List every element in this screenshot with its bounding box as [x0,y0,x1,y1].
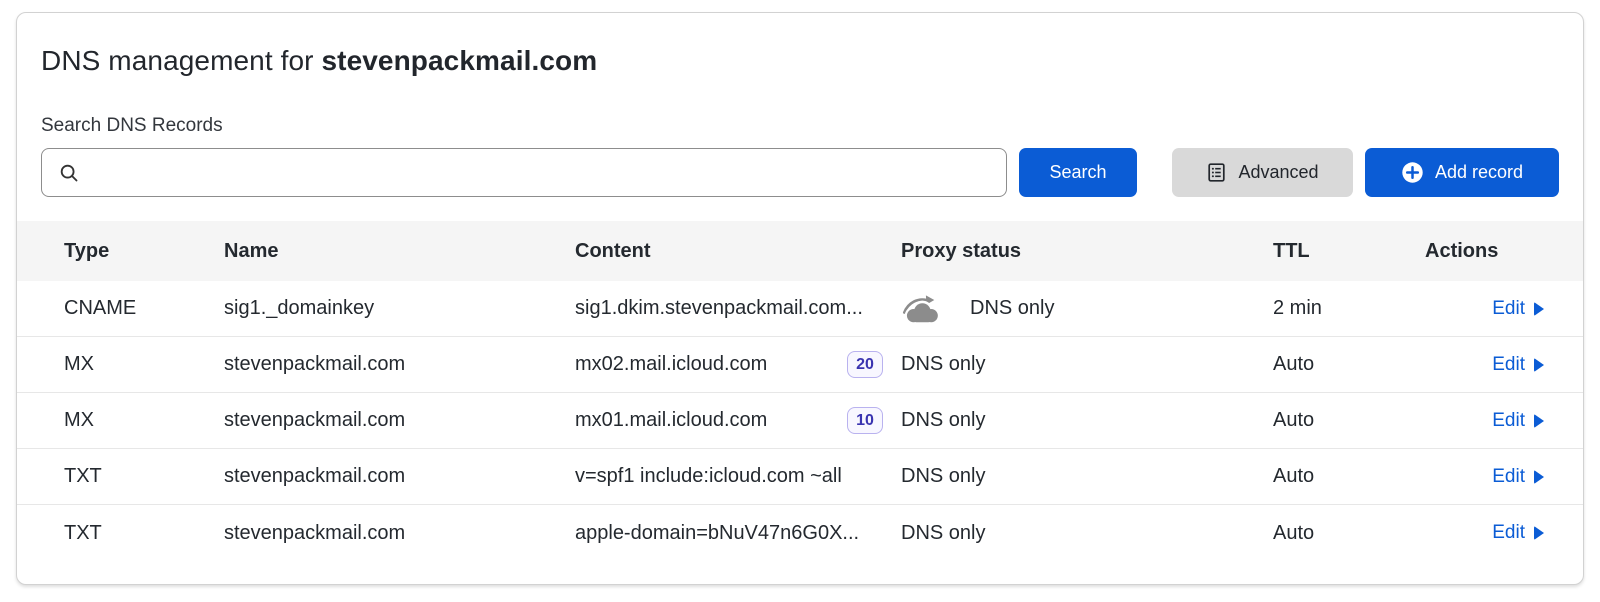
record-ttl: Auto [1273,353,1425,376]
search-icon [58,162,80,184]
record-proxy-status: DNS only [901,294,1273,324]
add-record-button[interactable]: Add record [1365,148,1559,197]
table-body: CNAME sig1._domainkey sig1.dkim.stevenpa… [17,281,1583,561]
advanced-button-label: Advanced [1238,162,1318,183]
header-name: Name [224,240,575,263]
record-actions: Edit [1425,298,1544,320]
table-row: MX stevenpackmail.com mx01.mail.icloud.c… [17,393,1583,449]
record-type: MX [64,353,224,376]
record-name: stevenpackmail.com [224,522,575,545]
record-type: CNAME [64,297,224,320]
mx-priority-badge: 20 [847,351,883,378]
header-actions: Actions [1425,240,1544,263]
record-proxy-status: DNS only [901,353,1273,376]
search-input[interactable] [80,149,1006,196]
record-type: TXT [64,465,224,488]
table-row: TXT stevenpackmail.com apple-domain=bNuV… [17,505,1583,561]
record-content-value: apple-domain=bNuV47n6G0X... [575,522,859,545]
table-row: TXT stevenpackmail.com v=spf1 include:ic… [17,449,1583,505]
search-toolbar: Search Advanced [41,148,1559,197]
record-name: stevenpackmail.com [224,465,575,488]
record-actions: Edit [1425,410,1544,432]
page-title-prefix: DNS management for [41,45,314,76]
record-content-value: v=spf1 include:icloud.com ~all [575,465,842,488]
record-actions: Edit [1425,354,1544,376]
advanced-list-icon [1206,162,1227,183]
mx-priority-badge: 10 [847,407,883,434]
proxy-status-text: DNS only [901,465,985,488]
record-type: TXT [64,522,224,545]
record-ttl: 2 min [1273,297,1425,320]
dns-management-card: DNS management for stevenpackmail.com Se… [16,12,1584,585]
edit-arrow-icon [1534,470,1544,484]
record-ttl: Auto [1273,409,1425,432]
edit-arrow-icon [1534,414,1544,428]
edit-link-label: Edit [1492,354,1525,376]
dns-only-cloud-icon [901,294,942,324]
record-content-value: sig1.dkim.stevenpackmail.com... [575,297,863,320]
edit-record-link[interactable]: Edit [1492,410,1544,432]
record-ttl: Auto [1273,522,1425,545]
dns-records-table: Type Name Content Proxy status TTL Actio… [17,221,1583,561]
plus-circle-icon [1401,161,1424,184]
record-ttl: Auto [1273,465,1425,488]
proxy-status-text: DNS only [901,409,985,432]
record-proxy-status: DNS only [901,409,1273,432]
edit-record-link[interactable]: Edit [1492,466,1544,488]
record-content: mx01.mail.icloud.com 10 [575,407,901,434]
record-actions: Edit [1425,466,1544,488]
record-content: apple-domain=bNuV47n6G0X... [575,522,901,545]
edit-link-label: Edit [1492,466,1525,488]
record-name: stevenpackmail.com [224,353,575,376]
edit-record-link[interactable]: Edit [1492,522,1544,544]
search-label: Search DNS Records [41,115,1559,137]
search-input-container [41,148,1007,197]
record-content: mx02.mail.icloud.com 20 [575,351,901,378]
record-content: sig1.dkim.stevenpackmail.com... [575,297,901,320]
record-proxy-status: DNS only [901,465,1273,488]
record-type: MX [64,409,224,432]
header-proxy-status: Proxy status [901,240,1273,263]
record-name: stevenpackmail.com [224,409,575,432]
edit-link-label: Edit [1492,522,1525,544]
record-proxy-status: DNS only [901,522,1273,545]
proxy-status-text: DNS only [970,297,1054,320]
table-row: MX stevenpackmail.com mx02.mail.icloud.c… [17,337,1583,393]
edit-link-label: Edit [1492,298,1525,320]
edit-arrow-icon [1534,302,1544,316]
proxy-status-text: DNS only [901,522,985,545]
record-content-value: mx01.mail.icloud.com [575,409,767,432]
edit-link-label: Edit [1492,410,1525,432]
search-button[interactable]: Search [1019,148,1137,197]
advanced-button[interactable]: Advanced [1172,148,1353,197]
record-content-value: mx02.mail.icloud.com [575,353,767,376]
table-header: Type Name Content Proxy status TTL Actio… [17,221,1583,281]
search-button-label: Search [1049,162,1106,183]
header-content: Content [575,240,901,263]
record-actions: Edit [1425,522,1544,544]
edit-record-link[interactable]: Edit [1492,298,1544,320]
edit-record-link[interactable]: Edit [1492,354,1544,376]
add-record-label: Add record [1435,162,1523,183]
edit-arrow-icon [1534,526,1544,540]
page-title: DNS management for stevenpackmail.com [41,43,1559,79]
page-title-domain: stevenpackmail.com [321,45,597,76]
record-name: sig1._domainkey [224,297,575,320]
record-content: v=spf1 include:icloud.com ~all [575,465,901,488]
header-type: Type [64,240,224,263]
edit-arrow-icon [1534,358,1544,372]
proxy-status-text: DNS only [901,353,985,376]
table-row: CNAME sig1._domainkey sig1.dkim.stevenpa… [17,281,1583,337]
header-ttl: TTL [1273,240,1425,263]
